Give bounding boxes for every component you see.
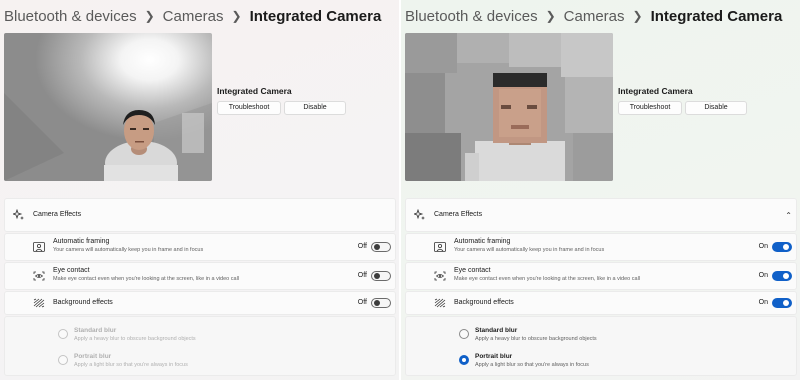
setting-description: Make eye contact even when you're lookin… [454, 276, 641, 282]
breadcrumb-cameras[interactable]: Cameras [163, 8, 224, 25]
setting-title: Automatic framing [53, 238, 110, 245]
background-blur-options: Standard blur Apply a heavy blur to obsc… [405, 316, 797, 376]
setting-description: Your camera will automatically keep you … [53, 247, 204, 253]
setting-title: Eye contact [454, 267, 491, 274]
camera-effects-title: Camera Effects [434, 211, 483, 218]
option-title: Standard blur [74, 327, 117, 334]
settings-panel-effects-off: Bluetooth & devices ❯ Cameras ❯ Integrat… [0, 0, 399, 380]
option-description: Apply a heavy blur to obscure background… [475, 336, 597, 342]
page-title: Integrated Camera [249, 7, 382, 25]
setting-row-background-effects: Background effects Off [4, 291, 396, 315]
option-description: Apply a heavy blur to obscure background… [74, 336, 196, 342]
eye-contact-icon [33, 271, 45, 281]
option-title: Standard blur [475, 327, 518, 334]
eye-contact-toggle[interactable] [371, 271, 391, 281]
option-title: Portrait blur [74, 353, 112, 360]
toggle-state-label: Off [357, 272, 367, 279]
breadcrumb: Bluetooth & devices ❯ Cameras ❯ Integrat… [4, 6, 381, 26]
breadcrumb-bluetooth-devices[interactable]: Bluetooth & devices [405, 8, 538, 25]
setting-row-eye-contact: Eye contact Make eye contact even when y… [405, 262, 797, 290]
radio-button[interactable] [58, 355, 68, 365]
toggle-knob [374, 300, 380, 306]
eye-contact-icon [434, 271, 446, 281]
chevron-right-icon: ❯ [144, 9, 155, 23]
sparkle-effects-icon [13, 209, 24, 220]
setting-title: Background effects [53, 299, 113, 306]
toggle-knob [783, 244, 789, 250]
toggle-knob [783, 273, 789, 279]
disable-button[interactable]: Disable [284, 101, 346, 115]
option-title: Portrait blur [475, 353, 513, 360]
option-description: Apply a light blur so that you're always… [74, 362, 188, 368]
toggle-state-label: Off [357, 243, 367, 250]
setting-description: Make eye contact even when you're lookin… [53, 276, 240, 282]
breadcrumb-bluetooth-devices[interactable]: Bluetooth & devices [4, 8, 137, 25]
chevron-right-icon: ❯ [231, 9, 242, 23]
toggle-state-label: Off [357, 299, 367, 306]
camera-info: Integrated Camera Troubleshoot Disable [618, 86, 747, 115]
eye-contact-toggle[interactable] [772, 271, 792, 281]
camera-preview [405, 33, 613, 181]
page-title: Integrated Camera [650, 7, 783, 25]
option-description: Apply a light blur so that you're always… [475, 362, 589, 368]
toggle-knob [374, 273, 380, 279]
setting-row-automatic-framing: Automatic framing Your camera will autom… [405, 233, 797, 261]
chevron-right-icon: ❯ [632, 9, 643, 23]
setting-title: Eye contact [53, 267, 90, 274]
toggle-state-label: On [758, 243, 768, 250]
radio-button[interactable] [58, 329, 68, 339]
troubleshoot-button[interactable]: Troubleshoot [217, 101, 281, 115]
toggle-knob [783, 300, 789, 306]
sparkle-effects-icon [414, 209, 425, 220]
camera-effects-header[interactable]: Camera Effects [4, 198, 396, 232]
background-effects-icon [434, 298, 446, 308]
chevron-right-icon: ❯ [545, 9, 556, 23]
camera-actions: Troubleshoot Disable [618, 101, 747, 115]
radio-button[interactable] [459, 329, 469, 339]
background-effects-toggle[interactable] [772, 298, 792, 308]
camera-name: Integrated Camera [217, 86, 292, 96]
setting-row-background-effects: Background effects On [405, 291, 797, 315]
setting-row-automatic-framing: Automatic framing Your camera will autom… [4, 233, 396, 261]
camera-info: Integrated Camera Troubleshoot Disable [217, 86, 346, 115]
camera-actions: Troubleshoot Disable [217, 101, 346, 115]
camera-effects-title: Camera Effects [33, 211, 82, 218]
breadcrumb: Bluetooth & devices ❯ Cameras ❯ Integrat… [405, 6, 782, 26]
breadcrumb-cameras[interactable]: Cameras [564, 8, 625, 25]
toggle-state-label: On [758, 272, 768, 279]
setting-title: Background effects [454, 299, 514, 306]
camera-name: Integrated Camera [618, 86, 693, 96]
setting-title: Automatic framing [454, 238, 511, 245]
toggle-knob [374, 244, 380, 250]
background-effects-toggle[interactable] [371, 298, 391, 308]
settings-panel-effects-on: Bluetooth & devices ❯ Cameras ❯ Integrat… [401, 0, 800, 380]
setting-row-eye-contact: Eye contact Make eye contact even when y… [4, 262, 396, 290]
chevron-up-icon[interactable]: ⌃ [785, 211, 792, 220]
automatic-framing-toggle[interactable] [371, 242, 391, 252]
radio-button-selected[interactable] [459, 355, 469, 365]
camera-effects-header[interactable]: Camera Effects ⌃ [405, 198, 797, 232]
automatic-framing-toggle[interactable] [772, 242, 792, 252]
framing-icon [434, 242, 446, 252]
background-effects-icon [33, 298, 45, 308]
toggle-state-label: On [758, 299, 768, 306]
camera-preview [4, 33, 212, 181]
troubleshoot-button[interactable]: Troubleshoot [618, 101, 682, 115]
background-blur-options: Standard blur Apply a heavy blur to obsc… [4, 316, 396, 376]
framing-icon [33, 242, 45, 252]
disable-button[interactable]: Disable [685, 101, 747, 115]
setting-description: Your camera will automatically keep you … [454, 247, 605, 253]
